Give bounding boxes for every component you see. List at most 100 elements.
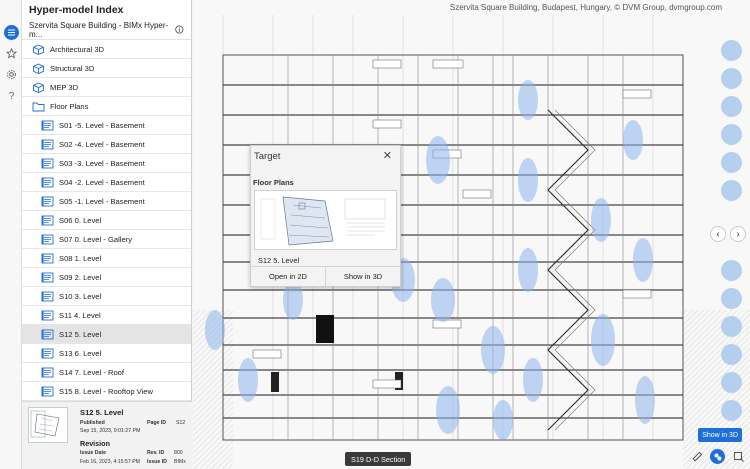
close-icon[interactable]: ✕ — [383, 149, 392, 162]
project-selector[interactable]: Szervita Square Building - BIMx Hyper-m.… — [22, 20, 191, 40]
open-in-2d-button[interactable]: Open in 2D — [251, 267, 325, 286]
tree-item-label: S07 0. Level - Gallery — [59, 235, 132, 244]
index-item[interactable]: Structural 3D — [22, 59, 191, 78]
show-in-3d-popup-button[interactable]: Show in 3D — [325, 267, 400, 286]
floor-plan-item[interactable]: S06 0. Level — [22, 211, 191, 230]
floor-plan-item[interactable]: S10 3. Level — [22, 287, 191, 306]
cube-icon — [32, 44, 45, 55]
marker-button[interactable] — [721, 372, 742, 393]
floor-plan-item[interactable]: S05 -1. Level - Basement — [22, 192, 191, 211]
markers-icon — [713, 452, 723, 462]
prev-arrow-button[interactable]: ‹ — [710, 226, 726, 242]
plan-icon — [41, 291, 54, 302]
tree-item-label: S15 8. Level - Rooftop View — [59, 387, 153, 396]
floor-plan-item[interactable]: S09 2. Level — [22, 268, 191, 287]
help-icon: ? — [6, 90, 17, 101]
info-icon[interactable] — [175, 25, 184, 34]
tree-item-label: Floor Plans — [50, 102, 88, 111]
tree-item-label: S09 2. Level — [59, 273, 101, 282]
floor-plan-item[interactable]: S07 0. Level - Gallery — [22, 230, 191, 249]
menu-list-icon — [7, 28, 16, 37]
index-item[interactable]: MEP 3D — [22, 78, 191, 97]
tree-item-label: S11 4. Level — [59, 311, 101, 320]
floor-plan-item[interactable]: S14 7. Level - Roof — [22, 363, 191, 382]
page-info-card: S12 5. Level Published Sep 15, 2023, 9:0… — [22, 401, 192, 469]
folder-icon — [32, 101, 45, 112]
marker-button[interactable] — [721, 344, 742, 365]
tree-item-label: S13 6. Level — [59, 349, 101, 358]
gear-icon — [6, 69, 17, 80]
plan-icon — [41, 234, 54, 245]
left-rail: ? — [0, 0, 22, 469]
floor-plan-item[interactable]: S03 -3. Level - Basement — [22, 154, 191, 173]
index-item[interactable]: Architectural 3D — [22, 40, 191, 59]
tree-item-label: Architectural 3D — [50, 45, 104, 54]
index-tree: Architectural 3D Structural 3D MEP 3D Floor… — [22, 40, 191, 401]
tree-item-label: S10 3. Level — [59, 292, 101, 301]
next-arrow-button[interactable]: › — [730, 226, 746, 242]
plan-icon — [41, 367, 54, 378]
measure-tool[interactable] — [689, 449, 704, 464]
search-tool[interactable] — [731, 449, 746, 464]
page-id-label: Page ID — [147, 420, 166, 426]
floor-plan-item[interactable]: S04 -2. Level - Basement — [22, 173, 191, 192]
target-preview-image[interactable] — [254, 190, 397, 250]
issue-date-value: Feb 16, 2023, 4:15:57 PM — [80, 459, 140, 465]
plan-icon — [41, 348, 54, 359]
search-icon — [733, 451, 745, 463]
floor-plan-item[interactable]: S02 -4. Level - Basement — [22, 135, 191, 154]
revision-heading: Revision — [80, 439, 110, 448]
page-id-value: S12 — [176, 420, 185, 426]
marker-button[interactable] — [721, 124, 742, 145]
tree-item-label: S01 -5. Level - Basement — [59, 121, 145, 130]
tree-item-label: Structural 3D — [50, 64, 94, 73]
rev-id-label: Rev. ID — [147, 450, 164, 456]
marker-button[interactable] — [721, 288, 742, 309]
marker-button[interactable] — [721, 152, 742, 173]
floor-plan-item[interactable]: S01 -5. Level - Basement — [22, 116, 191, 135]
plan-icon — [41, 386, 54, 397]
marker-button[interactable] — [721, 96, 742, 117]
watermark-text: Szervita Square Building, Budapest, Hung… — [450, 3, 722, 12]
floor-plan-item[interactable]: S12 5. Level — [22, 325, 191, 344]
floor-plan-item[interactable]: S11 4. Level — [22, 306, 191, 325]
plan-icon — [41, 215, 54, 226]
popup-title: Target — [254, 151, 280, 162]
favorites-tab[interactable] — [0, 43, 22, 64]
tree-item-label: S14 7. Level - Roof — [59, 368, 124, 377]
card-title: S12 5. Level — [80, 408, 123, 417]
hyperlink-markers-toggle[interactable] — [710, 449, 725, 464]
issue-id-value: BIMx — [174, 459, 186, 465]
ruler-icon — [691, 451, 703, 463]
marker-button[interactable] — [721, 40, 742, 61]
marker-button[interactable] — [721, 316, 742, 337]
current-view-label: S19 D-D Section — [345, 452, 411, 466]
marker-button[interactable] — [721, 260, 742, 281]
marker-button[interactable] — [721, 68, 742, 89]
bottom-toolbar — [689, 449, 746, 464]
marker-button[interactable] — [721, 180, 742, 201]
floor-plan-item[interactable]: S08 1. Level — [22, 249, 191, 268]
project-name: Szervita Square Building - BIMx Hyper-m.… — [29, 21, 175, 39]
floor-plan-item[interactable]: S15 8. Level - Rooftop View — [22, 382, 191, 401]
tree-item-label: S02 -4. Level - Basement — [59, 140, 145, 149]
settings-tab[interactable] — [0, 64, 22, 85]
tree-item-label: S04 -2. Level - Basement — [59, 178, 145, 187]
tree-item-label: S08 1. Level — [59, 254, 101, 263]
index-tab[interactable] — [0, 22, 22, 43]
popup-actions: Open in 2D Show in 3D — [251, 266, 400, 286]
floor-plan-item[interactable]: S13 6. Level — [22, 344, 191, 363]
panel-title: Hyper-model Index — [22, 0, 191, 20]
plan-icon — [41, 120, 54, 131]
plan-icon — [41, 329, 54, 340]
rev-id-value: 800 — [174, 450, 183, 456]
help-tab[interactable]: ? — [0, 85, 22, 106]
published-date: Sep 15, 2023, 9:01:27 PM — [80, 428, 140, 434]
cube-icon — [32, 63, 45, 74]
popup-section-label: Floor Plans — [253, 178, 294, 187]
tree-item-label: S06 0. Level — [59, 216, 101, 225]
index-item[interactable]: Floor Plans — [22, 97, 191, 116]
show-in-3d-button[interactable]: Show in 3D — [698, 428, 742, 442]
page-thumbnail[interactable] — [28, 407, 68, 443]
marker-button[interactable] — [721, 400, 742, 421]
